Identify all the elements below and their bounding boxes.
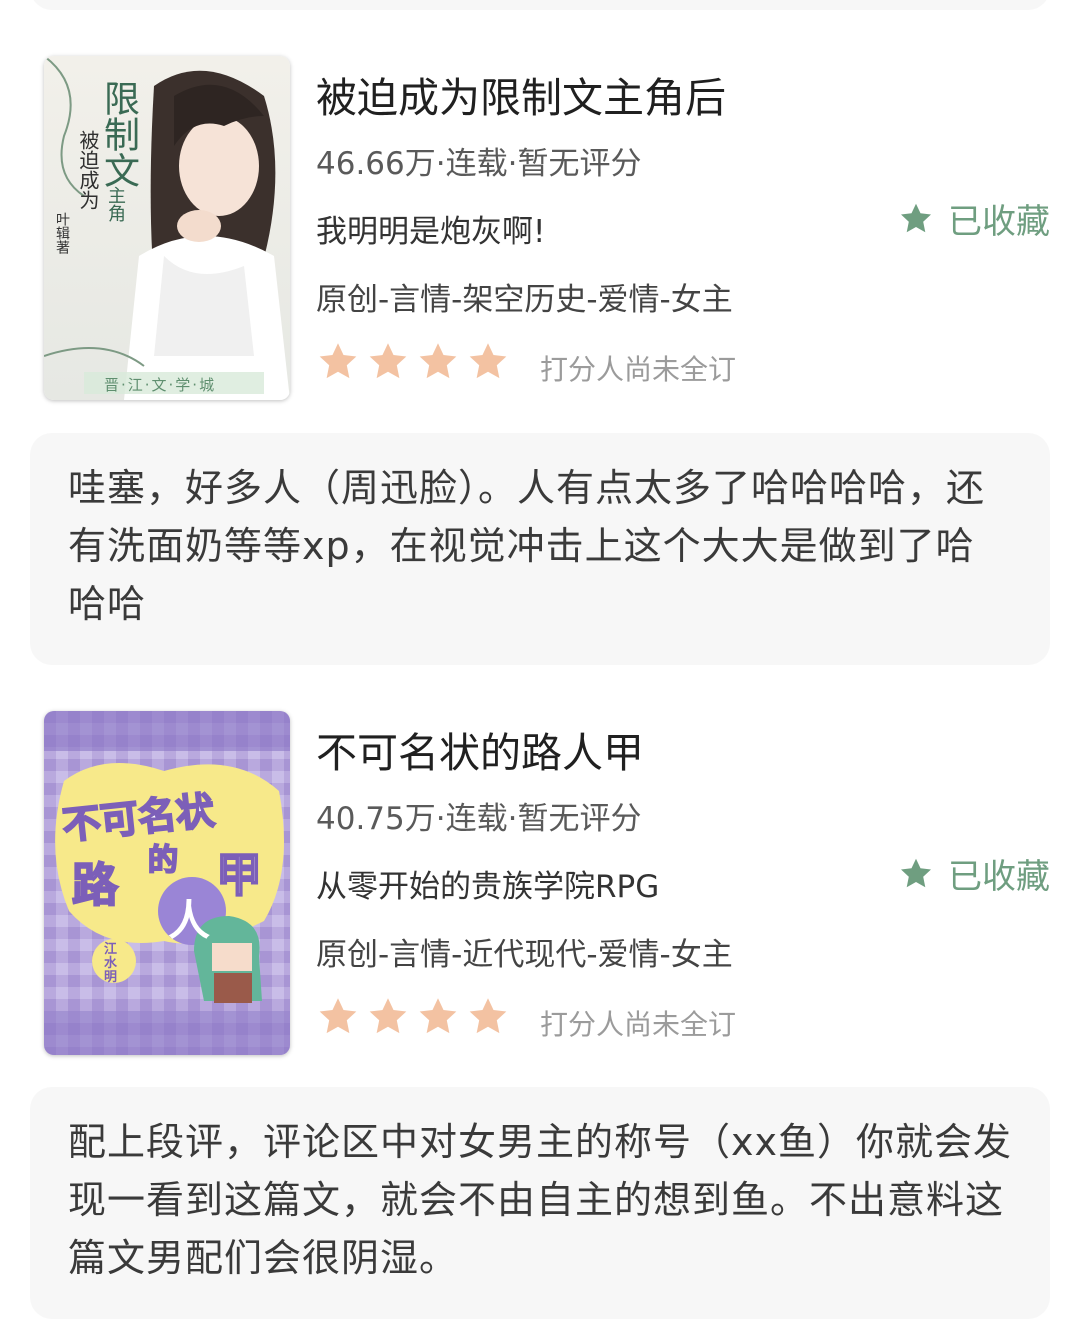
star-icon bbox=[419, 343, 457, 379]
cover-author: 江水明 bbox=[104, 942, 118, 985]
rating-stars bbox=[316, 995, 510, 1039]
rating-note: 打分人尚未全订 bbox=[540, 1008, 737, 1041]
rating-note: 打分人尚未全订 bbox=[540, 353, 737, 386]
star-icon bbox=[419, 998, 457, 1034]
cover-author: 叶辑著 bbox=[54, 212, 70, 254]
cover-publisher: 晋·江·文·学·城 bbox=[104, 376, 217, 394]
star-icon bbox=[319, 343, 357, 379]
book-intro: 从零开始的贵族学院RPG bbox=[316, 869, 660, 905]
book-meta: 46.66万·连载·暂无评分 bbox=[316, 146, 642, 182]
cover-title-line: 被迫成为 bbox=[76, 130, 100, 210]
comment-card[interactable]: 哇塞，好多人（周迅脸）。人有点太多了哈哈哈哈，还有洗面奶等等xp，在视觉冲击上这… bbox=[30, 433, 1050, 665]
book-title[interactable]: 被迫成为限制文主角后 bbox=[316, 64, 726, 124]
favorite-button[interactable]: 已收藏 bbox=[898, 849, 1050, 898]
favorite-label: 已收藏 bbox=[948, 857, 1050, 897]
star-icon bbox=[469, 998, 507, 1034]
previous-comment-card bbox=[30, 0, 1050, 10]
star-filled-icon bbox=[901, 203, 931, 232]
favorite-button[interactable]: 已收藏 bbox=[898, 194, 1050, 243]
cover-title-ren: 人 bbox=[168, 896, 211, 945]
cover-illustration bbox=[44, 56, 290, 400]
book-tags: 原创-言情-架空历史-爱情-女主 bbox=[316, 282, 733, 318]
star-icon bbox=[469, 343, 507, 379]
cover-title-lu: 路 bbox=[71, 857, 119, 913]
cover-title-small: 主角 bbox=[105, 186, 126, 222]
cover-title-de: 的 bbox=[147, 842, 179, 879]
book-tags: 原创-言情-近代现代-爱情-女主 bbox=[316, 937, 733, 973]
book-intro: 我明明是炮灰啊! bbox=[316, 214, 546, 250]
book-card[interactable]: 不可名状 路 的 人 甲 江水明 不可名状的路人甲 40.75万·连载·暂无评分… bbox=[0, 711, 1080, 1071]
star-icon bbox=[369, 343, 407, 379]
comment-card[interactable]: 配上段评，评论区中对女男主的称号（xx鱼）你就会发现一看到这篇文，就会不由自主的… bbox=[30, 1087, 1050, 1319]
favorite-label: 已收藏 bbox=[948, 202, 1050, 242]
star-filled-icon bbox=[901, 858, 931, 887]
comment-text: 哇塞，好多人（周迅脸）。人有点太多了哈哈哈哈，还有洗面奶等等xp，在视觉冲击上这… bbox=[68, 466, 986, 626]
book-title[interactable]: 不可名状的路人甲 bbox=[316, 719, 644, 779]
cover-title-jia: 甲 bbox=[215, 847, 263, 903]
book-cover[interactable]: 不可名状 路 的 人 甲 江水明 bbox=[44, 711, 290, 1055]
book-card[interactable]: 限制文 主角 被迫成为 叶辑著 晋·江·文·学·城 被迫成为限制文主角后 46.… bbox=[0, 56, 1080, 416]
comment-text: 配上段评，评论区中对女男主的称号（xx鱼）你就会发现一看到这篇文，就会不由自主的… bbox=[68, 1120, 1012, 1280]
book-cover[interactable]: 限制文 主角 被迫成为 叶辑著 晋·江·文·学·城 bbox=[44, 56, 290, 400]
star-icon bbox=[319, 998, 357, 1034]
book-meta: 40.75万·连载·暂无评分 bbox=[316, 801, 642, 837]
rating-stars bbox=[316, 340, 510, 384]
star-icon bbox=[369, 998, 407, 1034]
